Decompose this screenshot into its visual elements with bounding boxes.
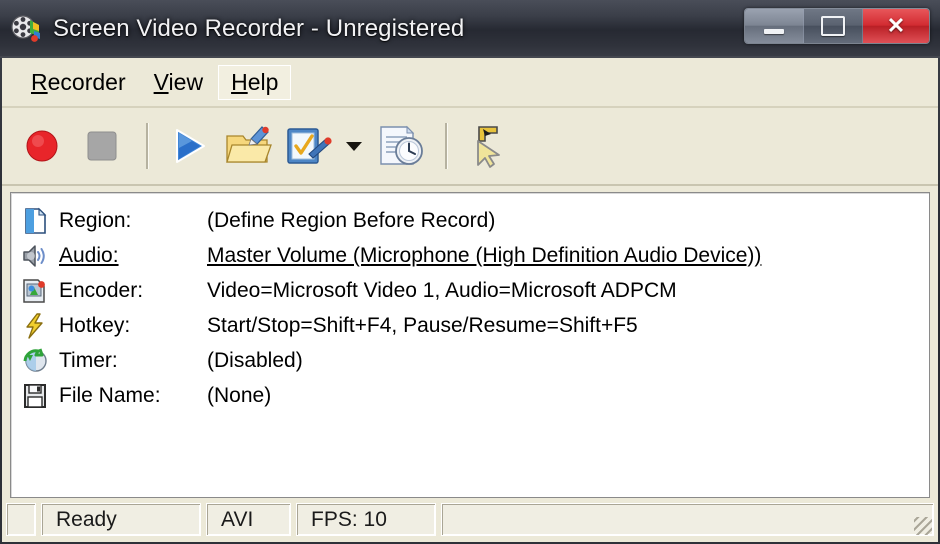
region-cursor-icon <box>477 126 500 168</box>
info-label-timer: Timer: <box>59 348 118 372</box>
info-label-region: Region: <box>59 208 132 232</box>
info-value-filename: (None) <box>207 383 272 407</box>
schedule-button[interactable] <box>373 117 429 175</box>
info-row-hotkey[interactable]: Hotkey: Start/Stop=Shift+F4, Pause/Resum… <box>11 308 929 343</box>
close-icon: ✕ <box>886 13 906 38</box>
record-circle-icon <box>26 130 58 162</box>
title-bar[interactable]: Screen Video Recorder - Unregistered ✕ <box>0 0 940 58</box>
status-panel-format: AVI <box>206 503 291 536</box>
settings-dropdown[interactable] <box>341 117 367 175</box>
toolbar-separator <box>445 123 448 169</box>
info-row-region[interactable]: Region: (Define Region Before Record) <box>11 203 929 238</box>
info-value-encoder: Video=Microsoft Video 1, Audio=Microsoft… <box>207 278 677 302</box>
menu-item-help[interactable]: Help <box>218 64 292 100</box>
resize-grip-icon[interactable] <box>914 517 932 535</box>
play-button[interactable] <box>161 117 217 175</box>
info-label-filename: File Name: <box>59 383 161 407</box>
info-row-timer[interactable]: Timer: (Disabled) <box>11 343 929 378</box>
info-row-encoder[interactable]: Encoder: Video=Microsoft Video 1, Audio=… <box>11 273 929 308</box>
application-window: Screen Video Recorder - Unregistered ✕ R… <box>0 0 940 544</box>
settings-summary-list: Region: (Define Region Before Record) Au… <box>10 192 930 498</box>
status-panel-state: Ready <box>41 503 201 536</box>
info-value-timer: (Disabled) <box>207 348 303 372</box>
minimize-icon <box>764 28 784 34</box>
maximize-icon <box>821 16 845 36</box>
status-bar: Ready AVI FPS: 10 <box>2 498 938 542</box>
status-panel-blank <box>6 503 36 536</box>
stop-button[interactable] <box>74 117 130 175</box>
select-region-button[interactable] <box>460 117 516 175</box>
menu-item-view[interactable]: View <box>141 65 216 100</box>
info-label-audio: Audio: <box>59 243 119 267</box>
encoder-page-icon <box>21 277 51 305</box>
toolbar <box>2 108 938 186</box>
maximize-button[interactable] <box>804 9 863 43</box>
film-reel-icon <box>9 12 43 46</box>
open-file-button[interactable] <box>221 117 277 175</box>
window-controls: ✕ <box>744 8 930 44</box>
chevron-down-icon <box>346 141 362 151</box>
toolbar-separator <box>146 123 149 169</box>
minimize-button[interactable] <box>745 9 804 43</box>
timer-globe-icon <box>21 347 51 375</box>
open-folder-edit-icon <box>226 126 272 163</box>
floppy-disk-icon <box>21 382 51 410</box>
lightning-icon <box>21 312 51 340</box>
stop-square-icon <box>87 131 117 161</box>
window-title: Screen Video Recorder - Unregistered <box>53 15 465 42</box>
status-panel-message <box>441 503 934 536</box>
info-label-hotkey: Hotkey: <box>59 313 131 337</box>
info-value-region: (Define Region Before Record) <box>207 208 496 232</box>
info-label-encoder: Encoder: <box>59 278 144 302</box>
close-button[interactable]: ✕ <box>863 9 929 43</box>
document-clock-icon <box>380 125 423 165</box>
settings-button[interactable] <box>281 117 337 175</box>
audio-speaker-icon <box>21 242 51 270</box>
client-area: Recorder View Help Region: (Define Regio… <box>2 58 938 542</box>
status-panel-fps: FPS: 10 <box>296 503 436 536</box>
info-value-audio: Master Volume (Microphone (High Definiti… <box>207 243 762 267</box>
menu-item-recorder[interactable]: Recorder <box>18 65 139 100</box>
menu-bar: Recorder View Help <box>2 58 938 108</box>
record-button[interactable] <box>14 117 70 175</box>
info-value-hotkey: Start/Stop=Shift+F4, Pause/Resume=Shift+… <box>207 313 638 337</box>
region-page-icon <box>21 207 51 235</box>
info-row-audio[interactable]: Audio: Master Volume (Microphone (High D… <box>11 238 929 273</box>
info-row-filename[interactable]: File Name: (None) <box>11 378 929 413</box>
play-triangle-icon <box>176 129 205 163</box>
settings-check-icon <box>287 128 332 164</box>
